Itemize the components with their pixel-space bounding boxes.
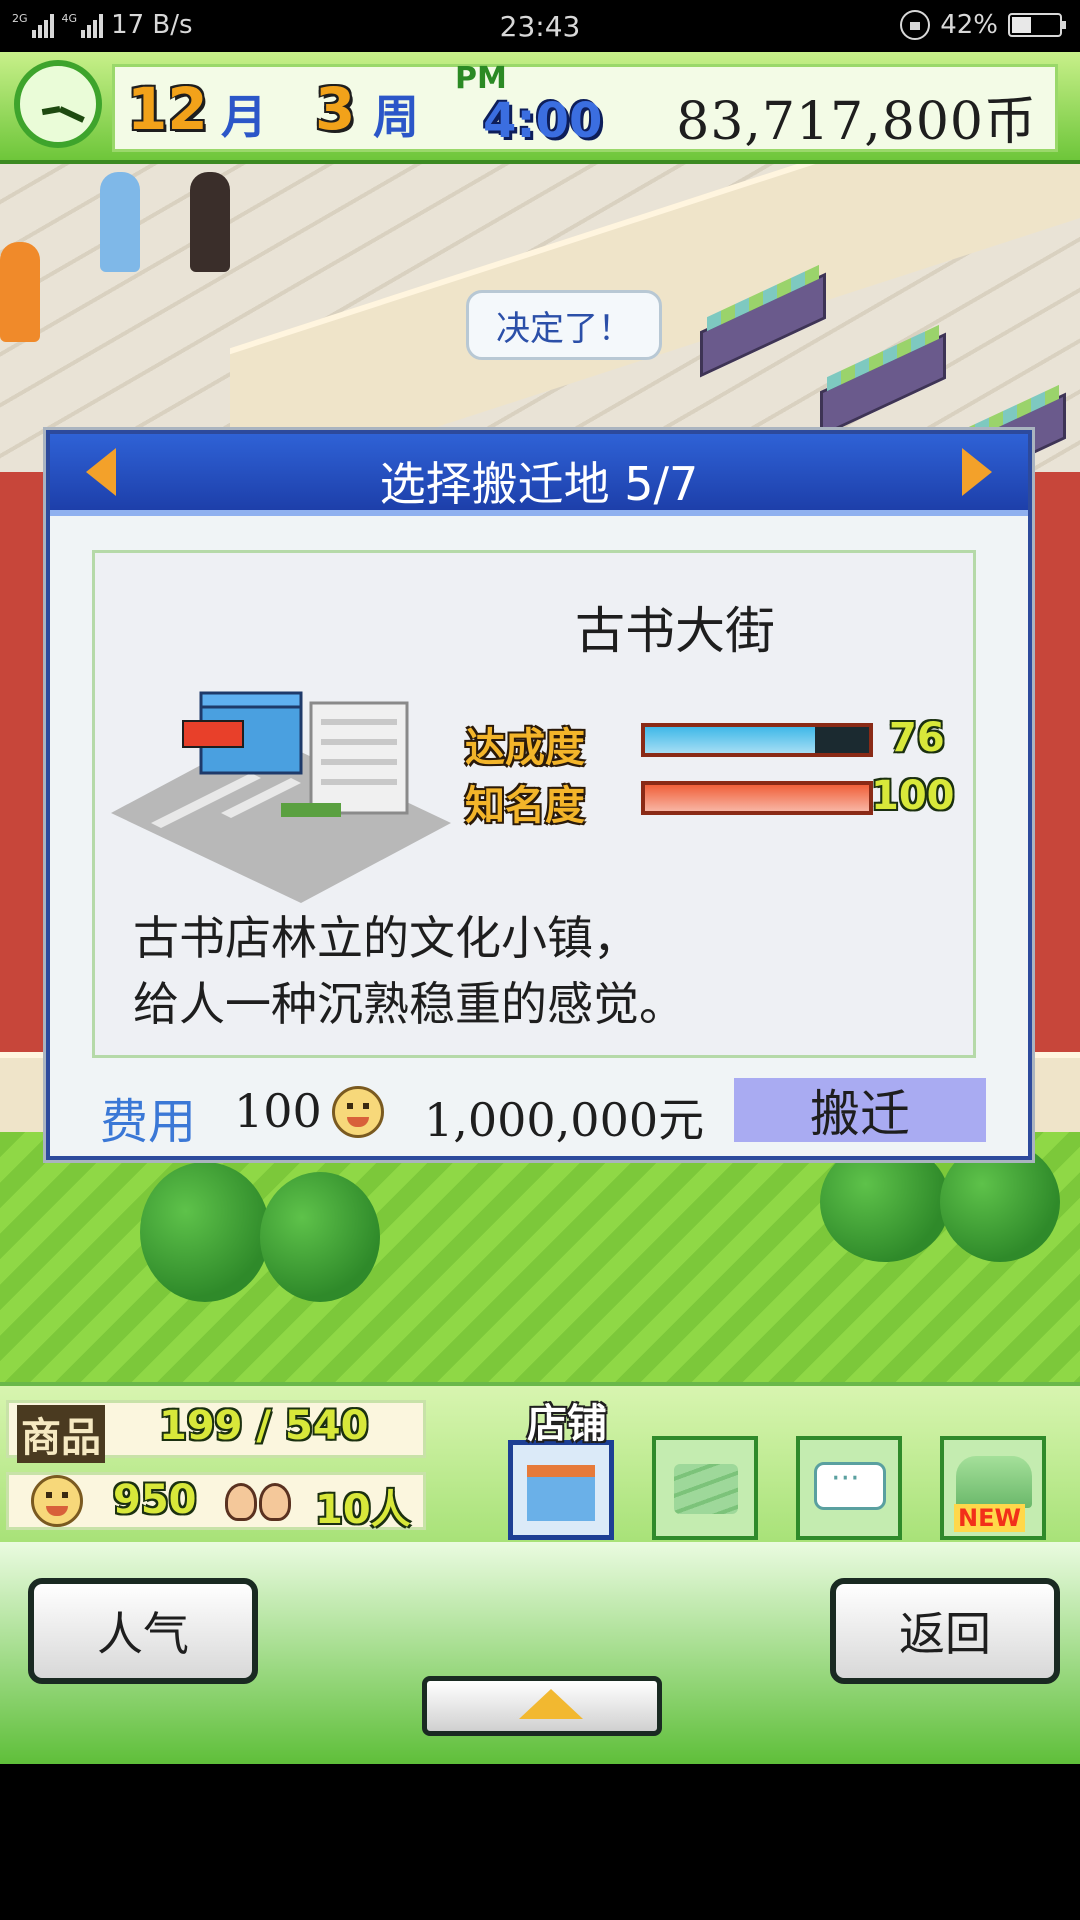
- town-icon: [956, 1456, 1032, 1508]
- goods-value: 199 / 540: [159, 1403, 369, 1449]
- location-name: 古书大街: [575, 602, 775, 660]
- cost-label: 费用: [100, 1094, 197, 1150]
- fame-value: 100: [871, 773, 955, 819]
- people-value: 10人: [315, 1487, 411, 1533]
- week-number: 3: [315, 75, 356, 143]
- speech-bubble: 决定了！: [466, 290, 662, 360]
- tree: [940, 1142, 1060, 1262]
- description-line: 给人一种沉熟稳重的感觉。: [133, 977, 685, 1031]
- stat-label-fame: 知名度: [465, 783, 585, 829]
- points-value: 950: [113, 1477, 197, 1523]
- town-tab[interactable]: NEW: [940, 1436, 1046, 1540]
- status-bar: 2G 4G 17 B/s 23:43 42%: [0, 0, 1080, 52]
- battery-icon: [1008, 13, 1066, 37]
- store-tab-label: 店铺: [527, 1401, 607, 1447]
- game-time: 4:00: [483, 93, 603, 149]
- up-arrow-icon: [519, 1689, 583, 1719]
- location-card: 古书大街 达成度 76 知名度 100 古书店林立的文化小镇， 给人一种沉熟稳重…: [92, 550, 976, 1058]
- customer-sprite: [100, 172, 140, 272]
- tree: [140, 1162, 270, 1302]
- battery-percent: 42%: [940, 10, 998, 40]
- relocation-dialog: 选择搬迁地 5/7 古书大街 达成度 76 知名度 100 古书店林立的文化小镇…: [46, 430, 1032, 1160]
- points-box: 950 10人: [6, 1472, 426, 1533]
- research-points-icon: [31, 1475, 83, 1527]
- month-label: 月: [221, 90, 267, 144]
- achievement-bar: [641, 723, 873, 757]
- status-right: 42%: [900, 10, 1066, 40]
- dialog-header: 选择搬迁地 5/7: [50, 434, 1028, 516]
- message-tab[interactable]: [796, 1436, 902, 1540]
- back-button[interactable]: 返回: [830, 1578, 1060, 1684]
- location-description: 古书店林立的文化小镇， 给人一种沉熟稳重的感觉。: [133, 905, 685, 1037]
- month-number: 12: [127, 75, 208, 143]
- am-pm-indicator: PM: [455, 61, 507, 96]
- relocate-button[interactable]: 搬迁: [734, 1078, 986, 1143]
- cost-money: 1,000,000元: [424, 1093, 705, 1147]
- fame-bar: [641, 781, 873, 815]
- goods-box: 商品 199 / 540: [6, 1400, 426, 1463]
- date-money-panel: 12 月 3 周 PM 4:00 83,717,800币: [112, 61, 1058, 152]
- store-icon: [527, 1465, 595, 1521]
- rotation-lock-icon: [900, 10, 931, 40]
- dialog-title: 选择搬迁地 5/7: [379, 457, 699, 511]
- bottom-bar: 人气 返回: [0, 1542, 1080, 1764]
- description-line: 古书店林立的文化小镇，: [133, 911, 639, 965]
- bottom-hud: 商品 199 / 540 950 10人 店铺 NEW: [0, 1382, 1080, 1542]
- top-hud: 12 月 3 周 PM 4:00 83,717,800币: [0, 52, 1080, 164]
- money-icon: [674, 1464, 738, 1514]
- customers-icon: [225, 1479, 295, 1525]
- money-total: 83,717,800币: [676, 92, 1037, 152]
- clock-icon: [14, 60, 102, 148]
- expand-menu-button[interactable]: [422, 1676, 662, 1736]
- goods-label: 商品: [17, 1405, 105, 1463]
- week-label: 周: [373, 90, 419, 144]
- store-tab[interactable]: 店铺: [508, 1401, 614, 1540]
- research-points-icon: [332, 1086, 384, 1138]
- customer-sprite: [190, 172, 230, 272]
- tree: [820, 1142, 950, 1262]
- chat-icon: [814, 1461, 886, 1510]
- customer-sprite: [0, 242, 40, 342]
- next-arrow-icon[interactable]: [962, 448, 992, 496]
- town-illustration: [111, 691, 451, 903]
- achievement-value: 76: [889, 715, 945, 761]
- finance-tab[interactable]: [652, 1436, 758, 1540]
- popularity-button[interactable]: 人气: [28, 1578, 258, 1684]
- tree: [260, 1172, 380, 1302]
- stat-label-achievement: 达成度: [465, 725, 585, 771]
- cost-points: 100: [234, 1084, 322, 1138]
- new-badge: NEW: [954, 1504, 1025, 1532]
